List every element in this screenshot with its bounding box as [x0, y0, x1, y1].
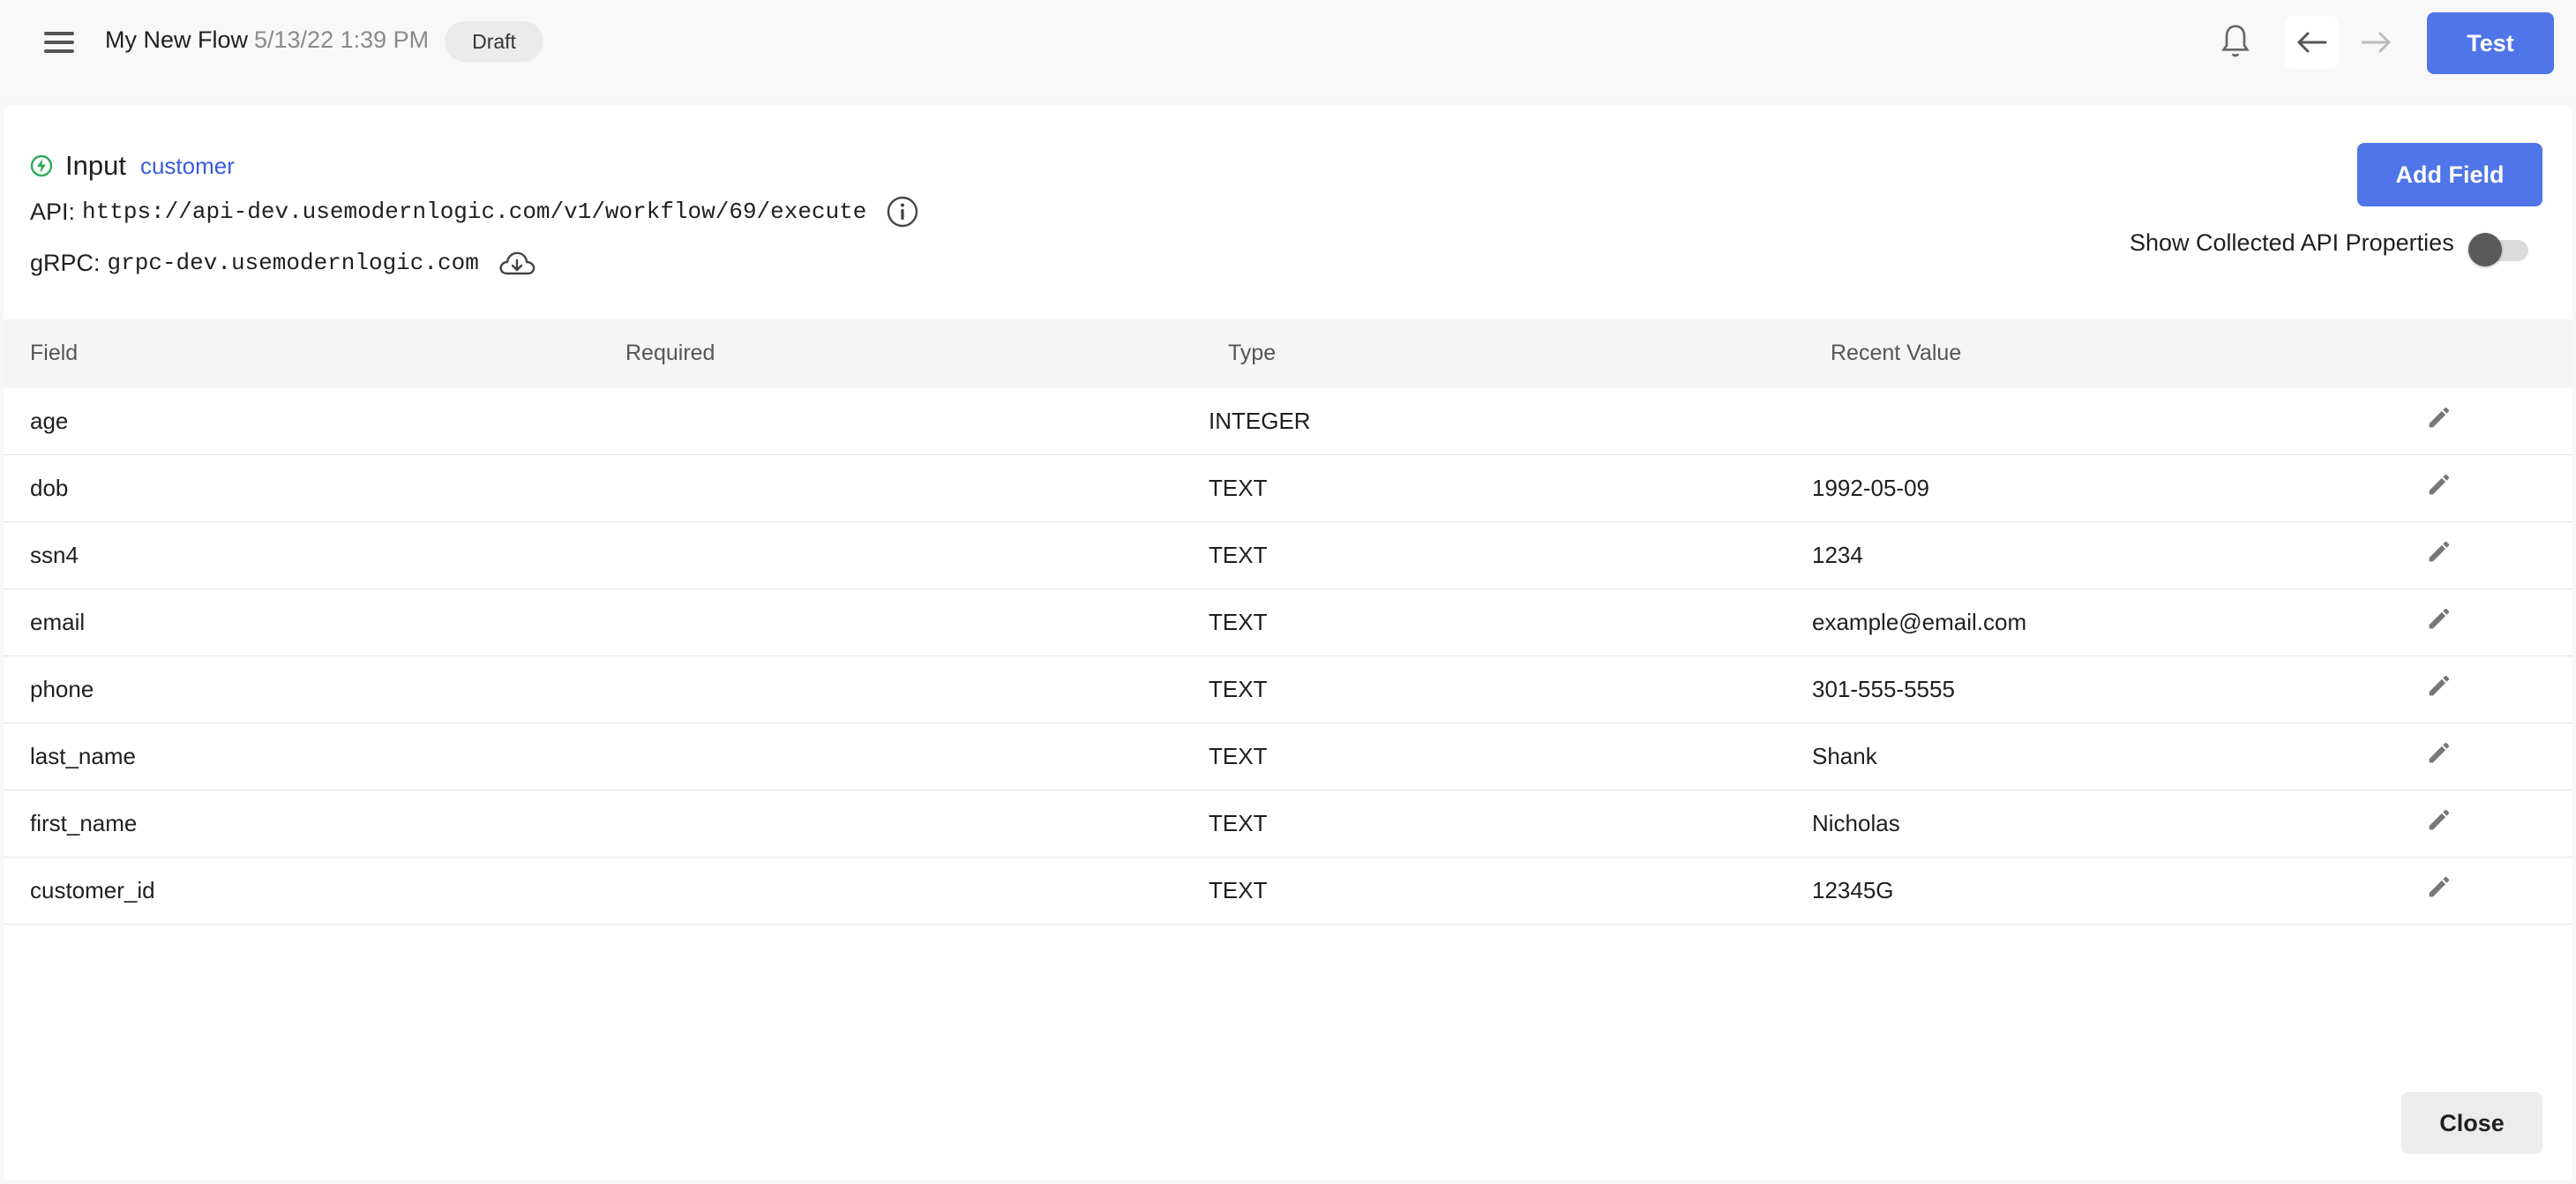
table-row[interactable]: age INTEGER — [4, 388, 2572, 455]
field-type: TEXT — [1209, 743, 1268, 769]
pencil-icon[interactable] — [2424, 872, 2454, 902]
field-recent-value: 301-555-5555 — [1812, 676, 1955, 702]
field-name: email — [30, 609, 86, 635]
table-row[interactable]: dob TEXT 1992-05-09 — [4, 455, 2572, 522]
field-name: last_name — [30, 743, 136, 769]
pencil-icon[interactable] — [2424, 671, 2454, 701]
table-header: Field Required Type Recent Value — [4, 319, 2572, 388]
field-type: TEXT — [1209, 676, 1268, 702]
flow-date: 5/13/22 1:39 PM — [254, 26, 430, 53]
field-name: phone — [30, 676, 94, 702]
close-button[interactable]: Close — [2401, 1092, 2542, 1154]
api-endpoint-row: API: https://api-dev.usemodernlogic.com/… — [30, 194, 919, 229]
field-type: TEXT — [1209, 810, 1268, 836]
field-recent-value: Shank — [1812, 743, 1877, 769]
input-entity-link[interactable]: customer — [140, 153, 235, 180]
column-header-type: Type — [1228, 341, 1277, 365]
table-row[interactable]: email TEXT example@email.com — [4, 589, 2572, 656]
field-recent-value: 1234 — [1812, 542, 1863, 568]
column-header-recent-value: Recent Value — [1831, 341, 1962, 365]
pencil-icon[interactable] — [2424, 805, 2454, 835]
table-row[interactable]: ssn4 TEXT 1234 — [4, 522, 2572, 589]
field-name: ssn4 — [30, 542, 79, 568]
api-label: API: — [30, 198, 76, 225]
pencil-icon[interactable] — [2424, 536, 2454, 566]
table-row[interactable]: customer_id TEXT 12345G — [4, 858, 2572, 925]
flow-title: My New Flow — [105, 26, 249, 53]
grpc-url: grpc-dev.usemodernlogic.com — [107, 250, 479, 276]
field-name: first_name — [30, 810, 138, 836]
show-api-properties-label: Show Collected API Properties — [2130, 229, 2454, 256]
input-panel: Input customer API: https://api-dev.usem… — [4, 106, 2572, 1180]
top-bar: My New Flow 5/13/22 1:39 PM Draft Test — [0, 0, 2576, 99]
test-button[interactable]: Test — [2427, 12, 2554, 74]
cloud-download-icon[interactable] — [497, 245, 537, 281]
pencil-icon[interactable] — [2424, 738, 2454, 768]
field-recent-value: example@email.com — [1812, 609, 2027, 635]
fields-table: Field Required Type Recent Value age INT… — [4, 319, 2572, 925]
add-field-button[interactable]: Add Field — [2357, 143, 2542, 206]
column-header-field: Field — [30, 341, 79, 365]
field-type: TEXT — [1209, 877, 1268, 903]
show-api-properties-toggle[interactable] — [2468, 231, 2530, 266]
bolt-circle-icon — [30, 154, 53, 177]
field-type: TEXT — [1209, 542, 1268, 568]
field-type: TEXT — [1209, 609, 1268, 635]
hamburger-menu-icon[interactable] — [39, 25, 79, 60]
input-title: Input — [65, 150, 126, 181]
field-recent-value: 1992-05-09 — [1812, 475, 1929, 501]
field-type: TEXT — [1209, 475, 1268, 501]
field-recent-value: Nicholas — [1812, 810, 1900, 836]
redo-button[interactable] — [2350, 16, 2403, 69]
arrow-right-icon — [2361, 32, 2391, 53]
field-name: customer_id — [30, 877, 155, 903]
table-row[interactable]: phone TEXT 301-555-5555 — [4, 656, 2572, 723]
bell-icon — [2221, 25, 2250, 57]
undo-button[interactable] — [2285, 16, 2338, 69]
field-type: INTEGER — [1209, 408, 1311, 434]
arrow-left-icon — [2297, 32, 2327, 53]
column-header-required: Required — [625, 341, 715, 365]
table-row[interactable]: last_name TEXT Shank — [4, 723, 2572, 791]
table-row[interactable]: first_name TEXT Nicholas — [4, 791, 2572, 858]
pencil-icon[interactable] — [2424, 469, 2454, 499]
field-name: dob — [30, 475, 69, 501]
field-recent-value: 12345G — [1812, 877, 1894, 903]
pencil-icon[interactable] — [2424, 603, 2454, 633]
api-url: https://api-dev.usemodernlogic.com/v1/wo… — [82, 199, 867, 225]
notifications-button[interactable] — [2211, 21, 2260, 64]
input-header: Input customer — [30, 148, 235, 184]
grpc-label: gRPC: — [30, 249, 101, 276]
field-name: age — [30, 408, 69, 434]
info-icon[interactable] — [886, 195, 919, 229]
status-badge: Draft — [445, 21, 543, 62]
grpc-endpoint-row: gRPC: grpc-dev.usemodernlogic.com — [30, 245, 537, 281]
pencil-icon[interactable] — [2424, 402, 2454, 432]
